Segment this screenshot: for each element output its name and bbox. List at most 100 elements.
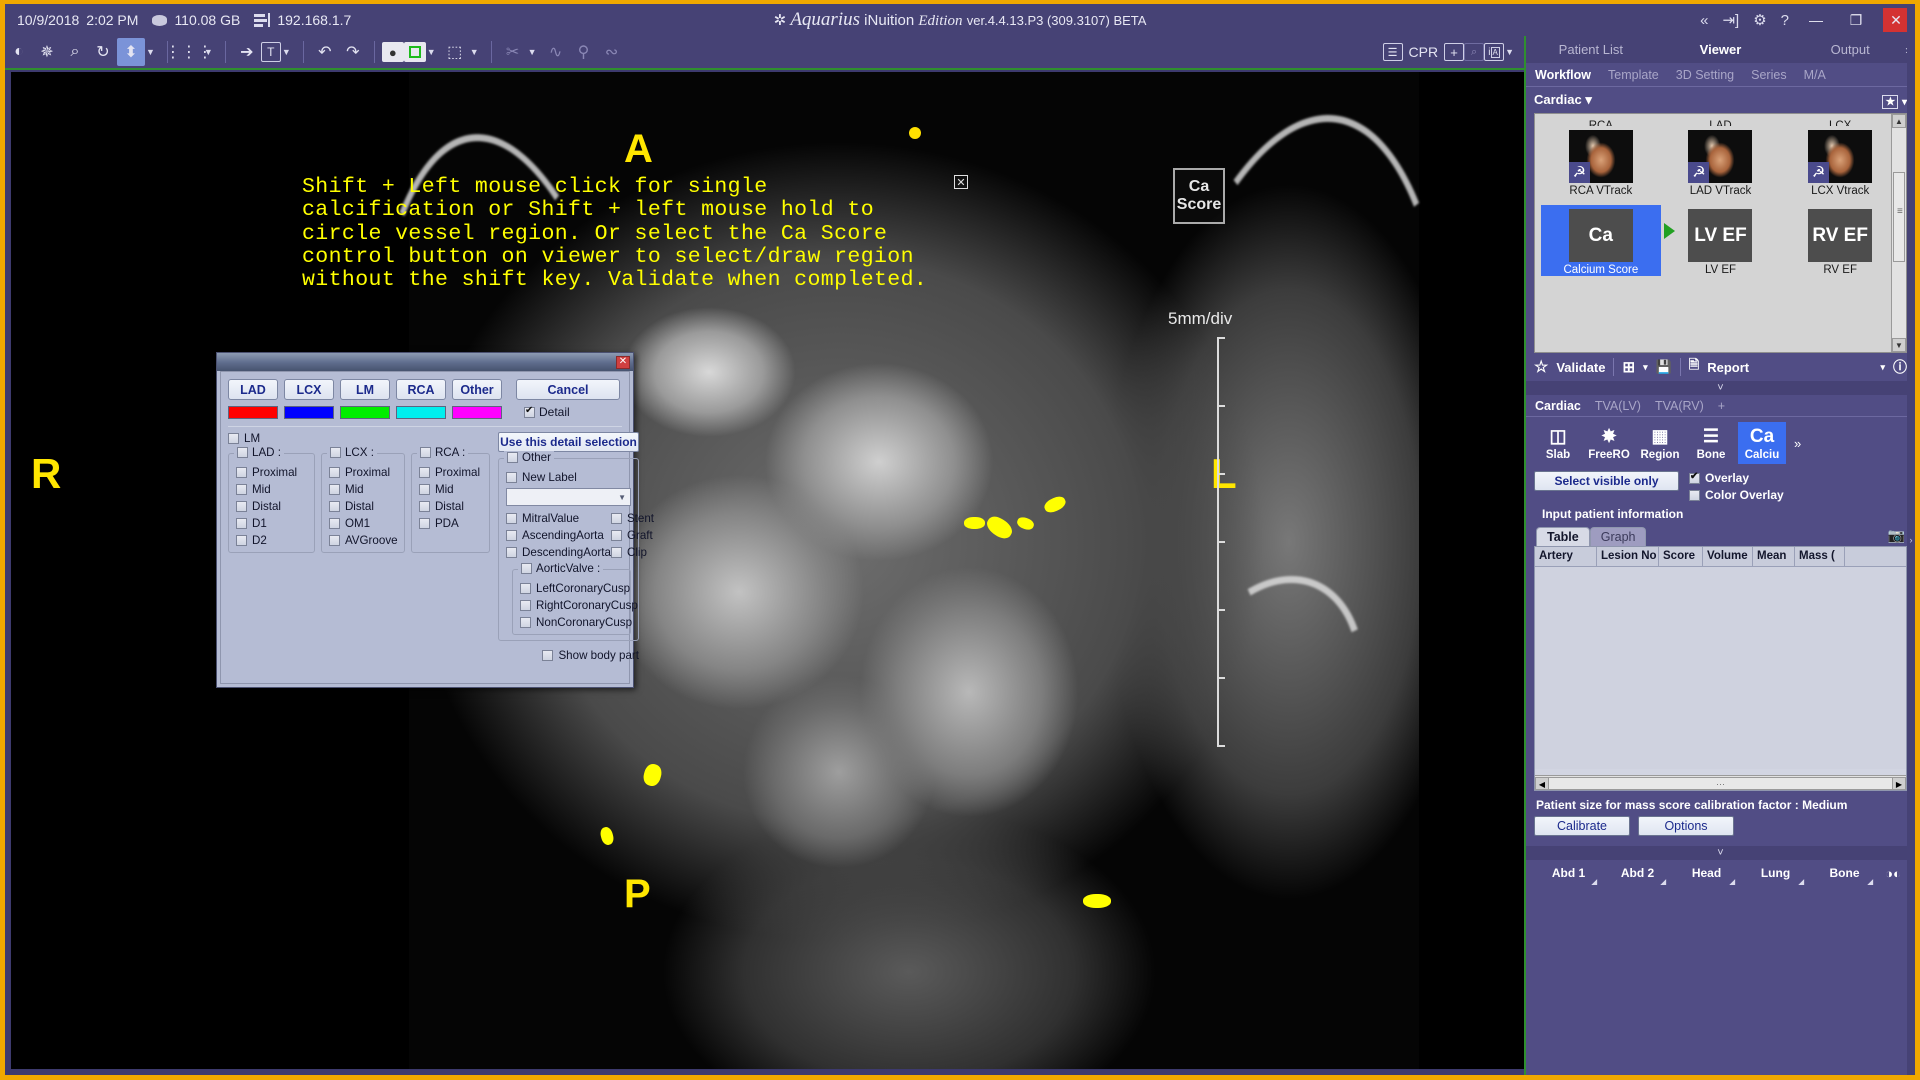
ruler-icon[interactable]: ⋮⋮⋮	[175, 38, 203, 66]
text-tool-icon[interactable]: T	[261, 42, 281, 62]
calcification-marker[interactable]	[964, 517, 985, 529]
preset-square-icon[interactable]	[404, 42, 426, 62]
lcx-mid-checkbox[interactable]	[329, 484, 340, 495]
info-layout-icon[interactable]: iA	[1484, 43, 1504, 61]
lcx-om1-row[interactable]: OM1	[329, 517, 397, 530]
camera-icon[interactable]: 📷	[1888, 527, 1905, 544]
lcx-proximal-row[interactable]: Proximal	[329, 466, 397, 479]
lad-distal-checkbox[interactable]	[236, 501, 247, 512]
workflow-mode-selector[interactable]: Cardiac ▾	[1534, 92, 1592, 108]
aortic-valve-checkbox[interactable]	[521, 563, 532, 574]
lad-group-checkbox[interactable]	[237, 447, 248, 458]
overlay-checkbox[interactable]	[1689, 473, 1700, 484]
clip-row[interactable]: Clip	[611, 546, 654, 559]
tab-ma[interactable]: M/A	[1804, 68, 1826, 82]
graft-row[interactable]: Graft	[611, 529, 654, 542]
new-label-checkbox[interactable]	[506, 472, 517, 483]
scroll-slices-icon[interactable]: ⬍	[117, 38, 145, 66]
thumbnail-rv-ef[interactable]: RV EF RV EF	[1780, 205, 1900, 276]
options-button[interactable]: Options	[1638, 816, 1734, 836]
close-button[interactable]: ✕	[1883, 8, 1909, 32]
rca-mid-row[interactable]: Mid	[419, 483, 482, 496]
lm-checkbox[interactable]	[228, 433, 239, 444]
preset-abd-1[interactable]: Abd 1	[1534, 866, 1603, 880]
aortic-valve-legend[interactable]: AorticValve :	[518, 562, 603, 575]
color-overlay-checkbox[interactable]	[1689, 490, 1700, 501]
leftcoronarycusp-checkbox[interactable]	[520, 583, 531, 594]
other-group-legend[interactable]: Other	[504, 451, 554, 464]
stent-row[interactable]: Stent	[611, 512, 654, 525]
ascendingaorta-row[interactable]: AscendingAorta	[506, 529, 611, 542]
lad-d2-checkbox[interactable]	[236, 535, 247, 546]
scrollbar-thumb[interactable]	[1893, 172, 1905, 262]
lcx-mid-row[interactable]: Mid	[329, 483, 397, 496]
ca-score-control-button[interactable]: Ca Score	[1173, 168, 1225, 224]
cancel-button[interactable]: Cancel	[516, 379, 620, 400]
rightcoronarycusp-checkbox[interactable]	[520, 600, 531, 611]
cut-chevron-down-icon[interactable]: ▼	[528, 47, 537, 57]
new-label-combo[interactable]: ▼	[506, 488, 631, 506]
lcx-om1-checkbox[interactable]	[329, 518, 340, 529]
mitralvalue-row[interactable]: MitralValue	[506, 512, 611, 525]
add-icon[interactable]: ⊞	[1622, 358, 1635, 376]
minimize-button[interactable]: —	[1803, 8, 1829, 32]
window-level-preset-icon[interactable]: ◑◐	[1879, 866, 1907, 881]
crosshair-marker-icon[interactable]: ✕	[954, 175, 968, 189]
dialog-close-icon[interactable]: ✕	[616, 356, 630, 369]
column-header-mass[interactable]: Mass (	[1795, 547, 1845, 566]
tab-cardiac[interactable]: Cardiac	[1535, 399, 1581, 413]
descendingaorta-row[interactable]: DescendingAorta	[506, 546, 611, 559]
tool-freero[interactable]: ✸ FreeRO	[1585, 422, 1633, 464]
leftcoronarycusp-row[interactable]: LeftCoronaryCusp	[520, 582, 623, 595]
show-body-part-checkbox[interactable]	[542, 650, 553, 661]
rca-group-checkbox[interactable]	[420, 447, 431, 458]
tool-region[interactable]: ▦ Region	[1636, 422, 1684, 464]
cpr-button[interactable]: CPR	[1403, 44, 1445, 60]
rca-distal-row[interactable]: Distal	[419, 500, 482, 513]
lad-mid-checkbox[interactable]	[236, 484, 247, 495]
lm-checkbox-row[interactable]: LM	[228, 432, 490, 445]
workflow-thumbnails[interactable]: RCA LAD LCX ☭ RCA VTrack ☭ LAD VTrack ☭ …	[1534, 113, 1907, 353]
vessel-button-other[interactable]: Other	[452, 379, 502, 400]
scrollbar-track[interactable]: ⋯	[1549, 777, 1892, 790]
lad-mid-row[interactable]: Mid	[236, 483, 307, 496]
lad-group-legend[interactable]: LAD :	[234, 446, 284, 459]
rca-pda-row[interactable]: PDA	[419, 517, 482, 530]
calcification-marker[interactable]	[1083, 894, 1111, 908]
clip-checkbox[interactable]	[611, 547, 622, 558]
tab-series[interactable]: Series	[1751, 68, 1786, 82]
save-icon[interactable]: 💾	[1656, 359, 1672, 375]
tab-tva-rv[interactable]: TVA(RV)	[1655, 399, 1704, 413]
text-tool-chevron-down-icon[interactable]: ▼	[282, 47, 291, 57]
image-viewport[interactable]: ✕ A P R L Shift + Left mouse click for s…	[11, 72, 1527, 1069]
calcium-results-table[interactable]: Artery Lesion No Score Volume Mean Mass …	[1534, 546, 1907, 791]
info-icon[interactable]: ⓘ	[1893, 357, 1907, 377]
bookmark-star-icon[interactable]: ★	[1882, 95, 1898, 109]
thumbnail-lcx-vtrack[interactable]: ☭ LCX Vtrack	[1780, 126, 1900, 197]
tab-3d-setting[interactable]: 3D Setting	[1676, 68, 1734, 82]
lad-proximal-checkbox[interactable]	[236, 467, 247, 478]
calibrate-button[interactable]: Calibrate	[1534, 816, 1630, 836]
column-header-artery[interactable]: Artery	[1535, 547, 1597, 566]
new-label-row[interactable]: New Label	[506, 471, 631, 484]
preset-bone[interactable]: Bone	[1810, 866, 1879, 880]
show-body-part-row[interactable]: Show body part	[498, 649, 639, 662]
column-header-mean[interactable]: Mean	[1753, 547, 1795, 566]
select-visible-only-button[interactable]: Select visible only	[1534, 471, 1679, 491]
tab-graph[interactable]: Graph	[1590, 527, 1647, 546]
tool-slab[interactable]: ◫ Slab	[1534, 422, 1582, 464]
arrow-pointer-icon[interactable]: ➔	[233, 38, 261, 66]
thumbnail-calcium-score[interactable]: Ca Calcium Score	[1541, 205, 1661, 276]
tab-output[interactable]: Output	[1785, 42, 1915, 57]
other-group-checkbox[interactable]	[507, 452, 518, 463]
ruler-chevron-down-icon[interactable]: ▼	[204, 47, 213, 57]
use-this-detail-selection-button[interactable]: Use this detail selection	[498, 432, 639, 452]
maximize-button[interactable]: ❐	[1843, 8, 1869, 32]
scroll-left-icon[interactable]: ◀	[1535, 777, 1549, 790]
input-patient-information-link[interactable]: Input patient information	[1542, 507, 1915, 521]
vessel-icon[interactable]: ∿	[542, 38, 570, 66]
window-level-icon[interactable]: ◐	[5, 38, 33, 66]
tab-table[interactable]: Table	[1536, 527, 1590, 546]
redo-icon[interactable]: ↷	[339, 38, 367, 66]
capsule-icon[interactable]: ⬚	[441, 38, 469, 66]
